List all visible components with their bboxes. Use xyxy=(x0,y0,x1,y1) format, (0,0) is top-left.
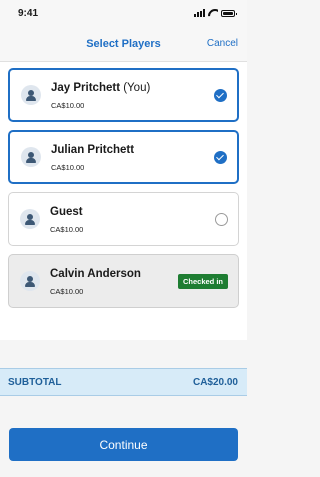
player-list: Jay Pritchett (You) CA$10.00 Julian Prit… xyxy=(0,62,247,340)
player-info: Julian Pritchett CA$10.00 xyxy=(51,143,214,172)
person-icon xyxy=(21,85,41,105)
player-name: Guest xyxy=(50,205,83,218)
player-price: CA$10.00 xyxy=(51,100,85,110)
spacer xyxy=(0,340,247,368)
person-icon xyxy=(20,271,40,291)
player-info: Guest CA$10.00 xyxy=(50,205,215,234)
player-info: Calvin Anderson CA$10.00 xyxy=(50,267,178,296)
player-price: CA$10.00 xyxy=(51,162,85,172)
player-card-julian-pritchett[interactable]: Julian Pritchett CA$10.00 xyxy=(8,130,239,184)
wifi-icon xyxy=(208,9,218,17)
subtotal-bar: SUBTOTAL CA$20.00 xyxy=(0,368,247,396)
checkmark-circle-icon[interactable] xyxy=(214,88,227,102)
subtotal-value: CA$20.00 xyxy=(192,376,238,388)
status-icons xyxy=(194,9,237,17)
player-price: CA$10.00 xyxy=(50,286,84,296)
player-name: Julian Pritchett xyxy=(51,143,135,156)
checked-in-badge: Checked in xyxy=(177,273,228,289)
player-name: Jay Pritchett (You) xyxy=(51,81,151,94)
continue-button[interactable]: Continue xyxy=(9,428,238,461)
player-info: Jay Pritchett (You) CA$10.00 xyxy=(51,81,214,110)
status-time: 9:41 xyxy=(18,7,39,19)
nav-bar: Select Players Cancel xyxy=(0,26,247,62)
player-card-calvin-anderson: Calvin Anderson CA$10.00 Checked in xyxy=(8,254,239,308)
subtotal-label: SUBTOTAL xyxy=(8,376,62,388)
checkmark-circle-icon[interactable] xyxy=(214,150,227,164)
person-icon xyxy=(20,209,40,229)
player-card-jay-pritchett[interactable]: Jay Pritchett (You) CA$10.00 xyxy=(8,68,239,122)
status-bar: 9:41 xyxy=(0,0,247,26)
player-price: CA$10.00 xyxy=(50,224,84,234)
radio-empty-icon[interactable] xyxy=(215,212,228,226)
signal-icon xyxy=(194,9,205,17)
person-icon xyxy=(21,147,41,167)
battery-icon xyxy=(221,9,237,17)
page-title: Select Players xyxy=(86,37,161,50)
player-name: Calvin Anderson xyxy=(50,267,141,280)
player-card-guest[interactable]: Guest CA$10.00 xyxy=(8,192,239,246)
cancel-button[interactable]: Cancel xyxy=(207,38,238,49)
